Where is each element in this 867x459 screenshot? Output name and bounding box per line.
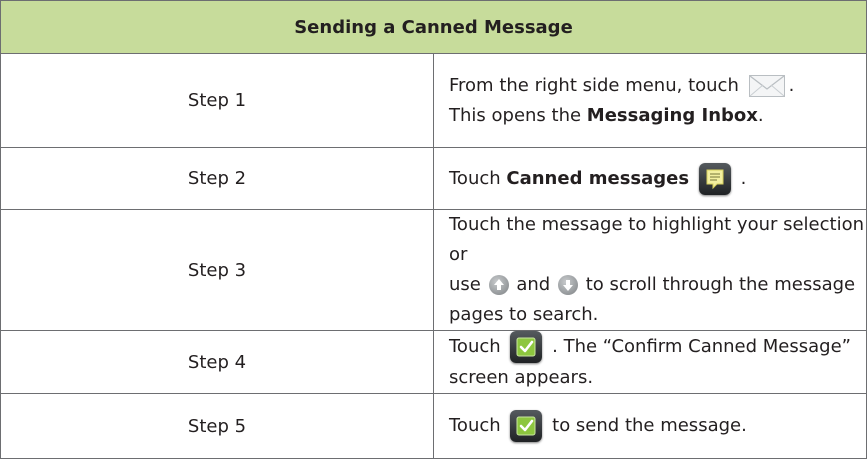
canned-messages-icon	[698, 162, 731, 195]
confirm-checkmark-icon	[510, 410, 543, 442]
instruction-text: .	[788, 74, 795, 96]
instruction-text: to scroll through the message pages to s…	[449, 274, 856, 325]
instruction-text: Touch	[449, 336, 501, 357]
instruction-text: use	[449, 274, 481, 295]
step-instruction: Touch . The “Confirm Canned Message” scr…	[433, 330, 867, 394]
step-label: Step 2	[0, 147, 434, 210]
step-instruction: From the right side menu, touch . This o…	[433, 53, 867, 148]
table-row: Step 1 From the right side menu, touch .…	[0, 53, 867, 148]
step-label: Step 1	[0, 53, 434, 148]
instruction-text: .	[740, 167, 747, 189]
table-row: Step 3 Touch the message to highlight yo…	[0, 209, 867, 331]
steps-table: Sending a Canned Message Step 1 From the…	[0, 0, 867, 459]
messaging-inbox-term: Messaging Inbox	[586, 104, 758, 126]
instruction-text: Touch	[449, 167, 507, 189]
table-row: Step 5 Touch to send the message.	[0, 393, 867, 459]
instruction-text: Touch the message to highlight your sele…	[449, 214, 865, 265]
instruction-text: Touch	[449, 415, 501, 436]
table-row: Step 4 Touch . The “Confirm Canned Messa…	[0, 330, 867, 394]
table-title: Sending a Canned Message	[0, 0, 867, 54]
instruction-text: and	[516, 274, 551, 295]
step-label: Step 3	[0, 209, 434, 331]
step-instruction: Touch the message to highlight your sele…	[433, 209, 867, 331]
instruction-text: .	[757, 104, 764, 126]
scroll-up-arrow-icon	[488, 275, 509, 295]
instruction-text: . The “Confirm Canned Message” screen ap…	[449, 336, 851, 388]
step-label: Step 4	[0, 330, 434, 394]
table-row: Step 2 Touch Canned messages .	[0, 147, 867, 210]
instruction-text: From the right side menu, touch	[449, 74, 739, 96]
step-instruction: Touch Canned messages .	[433, 147, 867, 210]
instruction-text: to send the message.	[552, 415, 747, 436]
instruction-text: This opens the	[449, 104, 587, 126]
scroll-down-arrow-icon	[557, 275, 578, 295]
envelope-icon	[748, 74, 785, 97]
step-label: Step 5	[0, 393, 434, 459]
confirm-checkmark-icon	[510, 331, 543, 363]
step-instruction: Touch to send the message.	[433, 393, 867, 459]
canned-messages-term: Canned messages	[506, 167, 690, 189]
